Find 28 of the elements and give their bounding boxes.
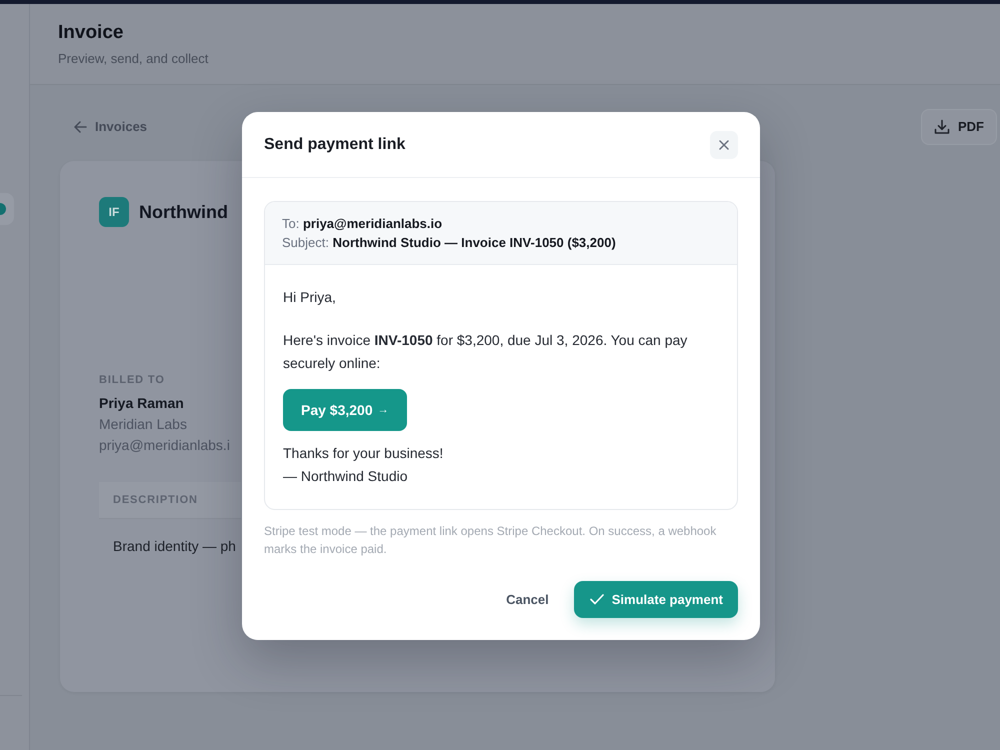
email-greeting: Hi Priya, bbox=[283, 288, 337, 307]
company-name: Northwind bbox=[139, 200, 228, 224]
email-text: — Northwind Studio bbox=[283, 467, 409, 486]
cancel-button[interactable]: Cancel bbox=[492, 581, 563, 618]
field-value: Northwind Studio — Invoice INV-1050 ($3,200) bbox=[332, 235, 616, 250]
check-icon bbox=[590, 594, 604, 605]
simulate-payment-button[interactable]: Simulate payment bbox=[574, 581, 738, 618]
client-name: Priya Raman bbox=[99, 394, 184, 413]
page-subtitle: Preview, send, and collect bbox=[58, 50, 208, 68]
field-label: To: bbox=[282, 216, 300, 231]
helper-note: Stripe test mode — the payment link opens Stripe Checkout. On success, a webhook marks the invoice paid. bbox=[264, 523, 718, 558]
field-value: priya@meridianlabs.io bbox=[302, 216, 442, 231]
client-company: Meridian Labs bbox=[99, 415, 187, 434]
table-cell-text: Brand identity — ph bbox=[112, 536, 237, 556]
pay-button[interactable]: Pay $3,200 → bbox=[283, 389, 407, 431]
client-email: priya@meridianlabs.i bbox=[99, 436, 230, 455]
field-label: Subject: bbox=[282, 235, 329, 250]
company-logo: IF bbox=[99, 197, 129, 227]
close-icon bbox=[719, 140, 729, 150]
email-message: Here's invoice INV-1050 for $3,200, due Jul 3, 2026. You can pay securely online: bbox=[283, 331, 688, 373]
arrow-left-icon bbox=[74, 121, 87, 133]
email-text: Thanks for your business! bbox=[283, 444, 444, 463]
download-icon bbox=[934, 119, 950, 135]
modal-title: Send payment link bbox=[264, 134, 406, 154]
page-title: Invoice bbox=[58, 22, 124, 44]
pdf-button[interactable]: PDF bbox=[921, 109, 997, 145]
back-link[interactable]: Invoices bbox=[74, 117, 148, 137]
close-button[interactable] bbox=[710, 130, 738, 158]
